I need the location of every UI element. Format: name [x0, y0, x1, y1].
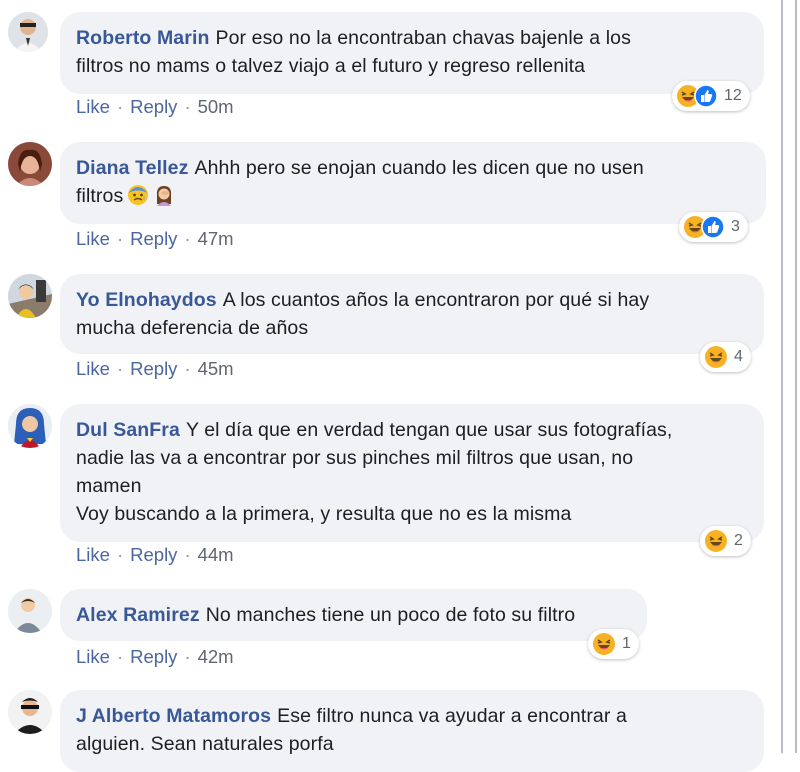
reply-link[interactable]: Reply: [130, 544, 177, 565]
separator-dot: ·: [184, 544, 191, 565]
reaction-count: 4: [734, 348, 743, 365]
separator-dot: ·: [184, 358, 191, 379]
reaction-count: 1: [622, 635, 631, 652]
haha-icon: [704, 345, 728, 369]
reaction-summary[interactable]: 2: [700, 526, 751, 556]
reaction-count: 12: [724, 87, 742, 104]
comment-bubble: Alex Ramirez No manches tiene un poco de …: [60, 589, 647, 641]
reaction-count: 2: [734, 532, 743, 549]
like-icon: [694, 84, 718, 108]
comment-timestamp[interactable]: 45m: [198, 358, 234, 379]
comment-author[interactable]: Roberto Marin: [76, 27, 209, 49]
comment-bubble: Dul SanFra Y el día que en verdad tengan …: [60, 404, 764, 542]
haha-icon: [704, 529, 728, 553]
separator-dot: ·: [116, 358, 124, 379]
like-link[interactable]: Like: [76, 358, 110, 379]
avatar[interactable]: [8, 12, 48, 52]
reply-link[interactable]: Reply: [130, 96, 177, 117]
avatar[interactable]: [8, 274, 52, 318]
comment-timestamp[interactable]: 50m: [198, 96, 234, 117]
separator-dot: ·: [116, 544, 124, 565]
haha-icon: [592, 632, 616, 656]
separator-dot: ·: [184, 646, 191, 667]
like-link[interactable]: Like: [76, 96, 110, 117]
comment-actions: Like · Reply · 44m: [76, 544, 234, 566]
reaction-summary[interactable]: 1: [588, 629, 639, 659]
comment-actions: Like · Reply · 47m: [76, 228, 234, 250]
comment-timestamp[interactable]: 44m: [198, 544, 234, 565]
comment-author[interactable]: Alex Ramirez: [76, 604, 200, 626]
anxious-face-emoji: [127, 184, 149, 214]
separator-dot: ·: [184, 96, 191, 117]
reply-link[interactable]: Reply: [130, 646, 177, 667]
reaction-summary[interactable]: 3: [679, 212, 748, 242]
comment-bubble: Diana Tellez Ahhh pero se enojan cuando l…: [60, 142, 766, 224]
like-link[interactable]: Like: [76, 544, 110, 565]
comment-actions: Like · Reply · 42m: [76, 646, 234, 668]
comment-author[interactable]: Yo Elnohaydos: [76, 289, 217, 311]
comment-timestamp[interactable]: 42m: [198, 646, 234, 667]
avatar[interactable]: [8, 690, 52, 734]
like-link[interactable]: Like: [76, 646, 110, 667]
avatar[interactable]: [8, 142, 52, 186]
separator-dot: ·: [116, 228, 124, 249]
reply-link[interactable]: Reply: [130, 228, 177, 249]
comment-text: No manches tiene un poco de foto su filt…: [205, 604, 576, 626]
separator-dot: ·: [116, 96, 124, 117]
comment-bubble: Roberto Marin Por eso no la encontraban c…: [60, 12, 764, 94]
avatar[interactable]: [8, 404, 52, 448]
comment-bubble: Yo Elnohaydos A los cuantos años la encon…: [60, 274, 764, 354]
reaction-summary[interactable]: 12: [672, 81, 750, 111]
reply-link[interactable]: Reply: [130, 358, 177, 379]
comment-actions: Like · Reply · 45m: [76, 358, 234, 380]
separator-dot: ·: [116, 646, 124, 667]
comment-author[interactable]: Diana Tellez: [76, 157, 188, 179]
reaction-summary[interactable]: 4: [700, 342, 751, 372]
woman-facepalming-emoji: [153, 184, 175, 214]
comment-timestamp[interactable]: 47m: [198, 228, 234, 249]
avatar[interactable]: [8, 589, 52, 633]
like-link[interactable]: Like: [76, 228, 110, 249]
like-icon: [701, 215, 725, 239]
separator-dot: ·: [184, 228, 191, 249]
comment-author[interactable]: J Alberto Matamoros: [76, 705, 271, 727]
comment-actions: Like · Reply · 50m: [76, 96, 234, 118]
comment-bubble: J Alberto Matamoros Ese filtro nunca va a…: [60, 690, 764, 772]
page-border: [795, 0, 797, 753]
comment-author[interactable]: Dul SanFra: [76, 419, 180, 441]
reaction-count: 3: [731, 218, 740, 235]
page-border: [781, 0, 783, 753]
